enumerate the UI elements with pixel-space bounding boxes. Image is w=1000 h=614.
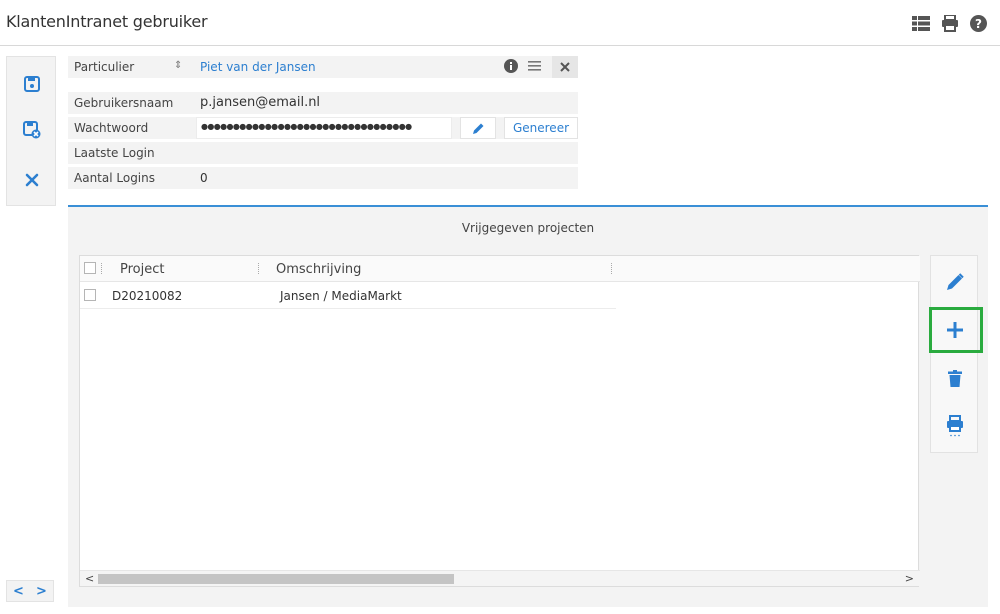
svg-text:?: ?: [975, 17, 982, 31]
projects-grid: Project Omschrijving D20210082 Jansen / …: [79, 255, 920, 587]
add-button-highlight: [929, 307, 983, 353]
contact-row: Particulier ⇕ Piet van der Jansen: [68, 56, 578, 78]
description-cell: Jansen / MediaMarkt: [280, 289, 402, 303]
close-button[interactable]: [7, 163, 57, 197]
save-close-icon: [23, 121, 41, 139]
edit-password-button[interactable]: [460, 117, 496, 139]
project-actions: [930, 255, 978, 453]
save-close-button[interactable]: [7, 113, 57, 147]
generate-button[interactable]: Genereer: [504, 117, 578, 139]
projects-title: Vrijgegeven projecten: [461, 221, 595, 235]
column-project[interactable]: Project: [120, 262, 164, 277]
sort-icon[interactable]: ⇕: [174, 60, 182, 71]
column-separator: [101, 263, 102, 274]
pencil-icon: [947, 273, 964, 290]
save-icon: [24, 76, 40, 92]
scroll-thumb[interactable]: [98, 574, 454, 584]
edit-project-button[interactable]: [931, 262, 979, 302]
clear-contact-button[interactable]: [552, 56, 578, 78]
print-icon: [947, 415, 963, 437]
trash-icon: [948, 369, 962, 387]
password-row: Wachtwoord ●●●●●●●●●●●●●●●●●●●●●●●●●●●●●…: [68, 117, 578, 139]
grid-header: Project Omschrijving: [80, 256, 920, 282]
page-title: KlantenIntranet gebruiker: [6, 12, 208, 31]
login-count-row: Aantal Logins 0: [68, 167, 578, 189]
header-icons: ?: [911, 14, 988, 33]
projects-pane: Vrijgegeven projecten Project Omschrijvi…: [68, 205, 988, 607]
column-separator: [611, 263, 612, 274]
type-select[interactable]: Particulier: [74, 60, 134, 74]
row-checkbox[interactable]: [84, 289, 96, 301]
column-description[interactable]: Omschrijving: [276, 262, 361, 277]
print-projects-button[interactable]: [931, 406, 979, 446]
project-cell: D20210082: [112, 289, 183, 303]
login-count-value: 0: [200, 171, 208, 185]
scroll-left-arrow[interactable]: <: [85, 571, 94, 587]
login-count-label: Aantal Logins: [74, 171, 155, 185]
print-icon[interactable]: [940, 14, 959, 33]
username-row: Gebruikersnaam p.jansen@email.nl: [68, 92, 578, 114]
password-field[interactable]: ●●●●●●●●●●●●●●●●●●●●●●●●●●●●●●●●●: [196, 117, 452, 139]
close-icon: [560, 62, 570, 72]
help-icon[interactable]: ?: [969, 14, 988, 33]
close-icon: [25, 173, 39, 187]
scroll-right-arrow[interactable]: >: [905, 571, 914, 587]
table-row[interactable]: D20210082 Jansen / MediaMarkt: [80, 283, 616, 309]
next-record-button[interactable]: >: [36, 584, 47, 599]
username-label: Gebruikersnaam: [74, 96, 174, 110]
delete-project-button[interactable]: [931, 358, 979, 398]
contact-link[interactable]: Piet van der Jansen: [200, 60, 316, 74]
left-toolbar: [6, 56, 56, 206]
select-all-checkbox[interactable]: [84, 262, 96, 274]
column-separator: [258, 263, 259, 274]
list-icon[interactable]: [911, 14, 930, 33]
last-login-row: Laatste Login: [68, 142, 578, 164]
save-button[interactable]: [7, 67, 57, 101]
record-pager: < >: [6, 580, 54, 602]
horizontal-scrollbar[interactable]: < >: [80, 570, 920, 586]
last-login-label: Laatste Login: [74, 146, 155, 160]
info-icon[interactable]: [504, 59, 518, 76]
pencil-icon: [472, 123, 483, 134]
password-label: Wachtwoord: [74, 121, 149, 135]
password-value: ●●●●●●●●●●●●●●●●●●●●●●●●●●●●●●●●●: [201, 122, 412, 131]
menu-icon[interactable]: [528, 60, 541, 75]
header: KlantenIntranet gebruiker ?: [0, 0, 1000, 46]
previous-record-button[interactable]: <: [13, 584, 24, 599]
username-field[interactable]: p.jansen@email.nl: [200, 95, 320, 110]
